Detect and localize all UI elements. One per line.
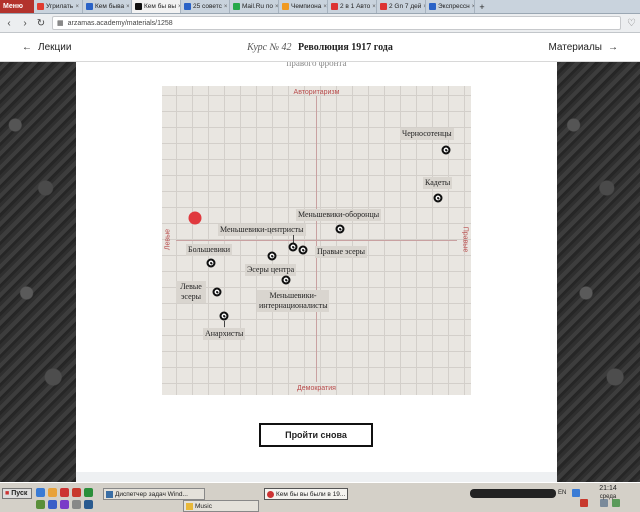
quicklaunch-opera-icon[interactable] — [60, 488, 69, 497]
party-marker[interactable] — [267, 251, 277, 261]
tab-close-icon[interactable]: × — [323, 4, 327, 10]
tab-favicon-icon — [282, 3, 289, 10]
taskbar-button[interactable]: Диспетчер задач Wind... — [103, 488, 205, 500]
address-bar: ‹ › ↻ ▦ arzamas.academy/materials/1258 ♡ — [0, 14, 640, 33]
party-marker[interactable] — [206, 258, 216, 268]
party-marker[interactable] — [288, 242, 298, 252]
tab-favicon-icon — [86, 3, 93, 10]
party-marker[interactable] — [433, 193, 443, 203]
browser-tab[interactable]: 25 советс × — [181, 0, 230, 13]
back-arrow-icon[interactable]: ‹ — [4, 18, 14, 29]
browser-tab-bar: Меню Угрилать× Кем быва× Кем бы вы× 25 с… — [0, 0, 640, 14]
tab-favicon-icon — [37, 3, 44, 10]
party-label: Меньшевики-интернационалисты — [257, 290, 329, 312]
party-label: Кадеты — [423, 177, 453, 189]
cut-off-text: правого фронта — [286, 62, 347, 68]
tab-favicon-icon — [331, 3, 338, 10]
opera-menu-button[interactable]: Меню — [0, 0, 34, 13]
browser-tab[interactable]: Кем быва × — [83, 0, 132, 13]
axis-label-top: Авторитаризм — [293, 89, 340, 96]
materials-link[interactable]: Материалы → — [548, 42, 618, 53]
course-title: Курс № 42 Революция 1917 года — [247, 41, 393, 53]
party-label: Левые эсеры — [176, 281, 206, 303]
party-label: Меньшевики-оборонцы — [296, 209, 382, 221]
start-button[interactable]: ■ Пуск — [2, 488, 32, 499]
party-marker[interactable] — [298, 245, 308, 255]
party-label: Правые эсеры — [315, 246, 368, 258]
tray-app-icon[interactable] — [580, 499, 588, 507]
browser-tab[interactable]: Mail.Ru по × — [230, 0, 279, 13]
tab-close-icon[interactable]: × — [126, 4, 130, 10]
task-manager-icon — [106, 490, 113, 498]
party-label: Эсеры центра — [245, 264, 297, 276]
quicklaunch-app-icon[interactable] — [36, 500, 45, 509]
taskbar-button-active[interactable]: Кем бы вы были в 19... — [264, 488, 348, 500]
tab-favicon-icon — [135, 3, 142, 10]
folder-icon — [186, 502, 193, 510]
party-marker[interactable] — [335, 224, 345, 234]
quicklaunch-app-icon[interactable] — [84, 488, 93, 497]
browser-tab[interactable]: Экспрессн × — [426, 0, 475, 13]
axis-label-left: Левые — [164, 228, 172, 251]
party-marker[interactable] — [281, 275, 291, 285]
reload-icon[interactable]: ↻ — [36, 18, 46, 29]
background-photo-left — [0, 62, 76, 482]
site-header: ← Лекции Курс № 42 Революция 1917 года М… — [0, 33, 640, 62]
quicklaunch-ie-icon[interactable] — [36, 488, 45, 497]
quicklaunch-app-icon[interactable] — [72, 500, 81, 509]
tab-close-icon[interactable]: × — [372, 4, 376, 10]
tab-close-icon[interactable]: × — [75, 4, 79, 10]
tab-favicon-icon — [233, 3, 240, 10]
grid-icon: ▦ — [57, 20, 64, 27]
taskbar: ■ Пуск Диспетчер задач Wind... Music Кем… — [0, 482, 640, 512]
clock[interactable]: 21:14 среда — [591, 485, 625, 501]
axis-label-bottom: Демократия — [297, 385, 336, 392]
language-indicator[interactable]: EN — [558, 490, 566, 496]
browser-tab[interactable]: Чемпиона × — [279, 0, 328, 13]
party-marker[interactable] — [219, 311, 229, 321]
new-tab-button[interactable]: + — [475, 0, 489, 13]
party-label: Черносотенцы — [400, 128, 454, 140]
quicklaunch-app-icon[interactable] — [84, 500, 93, 509]
windows-logo-icon: ■ — [5, 490, 10, 497]
quicklaunch-app-icon[interactable] — [72, 488, 81, 497]
tray-network-icon[interactable] — [572, 489, 580, 497]
retry-button[interactable]: Пройти снова — [259, 423, 373, 447]
party-label: Анархисты — [203, 328, 246, 340]
media-player-bar[interactable] — [470, 489, 556, 498]
tab-favicon-icon — [380, 3, 387, 10]
opera-icon — [267, 490, 274, 498]
axis-label-right: Правые — [461, 226, 469, 253]
background-photo-right — [557, 62, 640, 482]
taskbar-button[interactable]: Music — [183, 500, 259, 512]
party-label: Большевики — [186, 244, 233, 256]
browser-tab[interactable]: 2 Gn 7 дей× — [377, 0, 426, 13]
browser-tab-active[interactable]: Кем бы вы× — [132, 0, 181, 13]
tab-close-icon[interactable]: × — [275, 4, 278, 10]
tab-favicon-icon — [184, 3, 191, 10]
vertical-axis — [316, 96, 317, 382]
url-field[interactable]: ▦ arzamas.academy/materials/1258 — [52, 16, 622, 30]
user-result-dot — [188, 211, 202, 225]
party-marker[interactable] — [212, 287, 222, 297]
party-marker[interactable] — [441, 145, 451, 155]
quicklaunch-folder-icon[interactable] — [48, 488, 57, 497]
forward-arrow-icon[interactable]: › — [20, 18, 30, 29]
heart-icon[interactable]: ♡ — [627, 18, 636, 29]
leader-line — [224, 321, 225, 327]
quicklaunch-app-icon[interactable] — [48, 500, 57, 509]
footer-strip — [76, 472, 557, 482]
browser-tab[interactable]: Угрилать × — [34, 0, 83, 13]
quicklaunch-app-icon[interactable] — [60, 500, 69, 509]
tab-close-icon[interactable]: × — [224, 4, 228, 10]
arrow-right-icon: → — [608, 41, 618, 53]
browser-tab[interactable]: 2 в 1 Авто × — [328, 0, 377, 13]
tab-favicon-icon — [429, 3, 436, 10]
political-map: Авторитаризм Демократия Левые Правые Чер… — [162, 86, 471, 395]
